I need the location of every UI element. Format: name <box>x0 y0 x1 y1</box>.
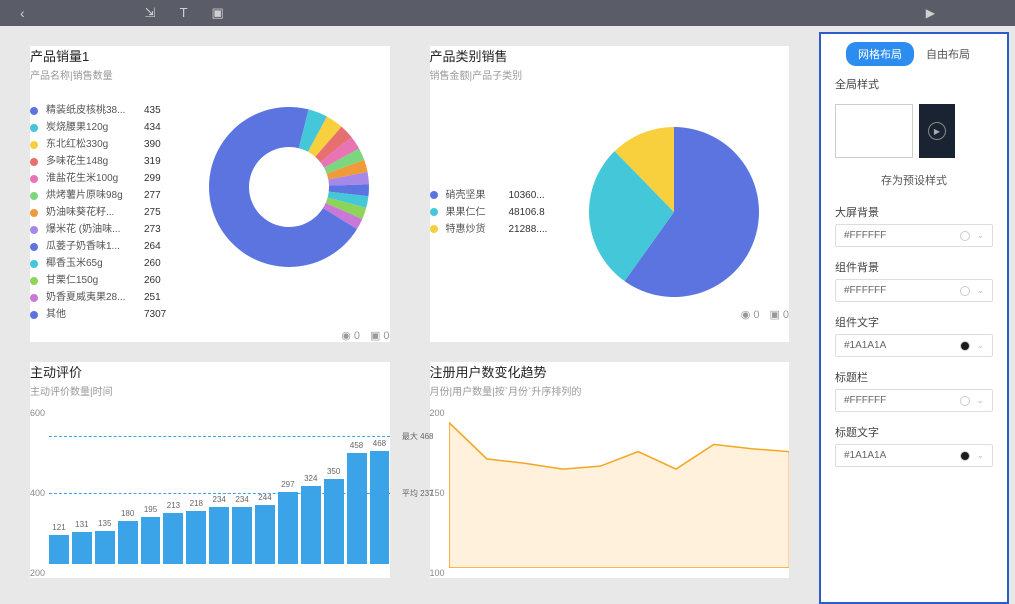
legend-item: 淮盐花生米100g299 <box>30 170 184 187</box>
widget-title: 主动评价 <box>30 362 390 381</box>
label-bg_widget: 组件背景 <box>835 253 993 275</box>
bar: 234 <box>232 507 252 564</box>
legend-item: 多味花生148g319 <box>30 153 184 170</box>
comments-count: ▣0 <box>370 329 390 342</box>
bar: 350 <box>324 479 344 564</box>
back-icon[interactable]: ‹ <box>20 5 25 21</box>
bar: 180 <box>118 521 138 565</box>
style-panel: 网格布局 自由布局 全局样式 ▶ 存为预设样式 大屏背景 #FFFFFF ⌄ 组… <box>819 32 1009 604</box>
label-bg_screen: 大屏背景 <box>835 198 993 220</box>
legend-item: 椰香玉米65g260 <box>30 255 184 272</box>
bar-y-axis: 600400200 <box>30 408 49 578</box>
widget-category-sales-pie[interactable]: 产品类别销售 销售金额|产品子类别 硝壳坚果10360...果果仁仁48106.… <box>430 46 790 342</box>
color-picker-bg_widget[interactable]: #FFFFFF ⌄ <box>835 279 993 302</box>
bar-max-label: 最大 468 <box>402 431 434 442</box>
legend-item: 烘烤薯片原味98g277 <box>30 187 184 204</box>
legend-item: 果果仁仁48106.8 <box>430 204 564 221</box>
bar: 131 <box>72 532 92 564</box>
legend-item: 东北红松330g390 <box>30 136 184 153</box>
preview-icon[interactable]: ▶ <box>926 6 935 20</box>
views-count: ◉0 <box>341 329 360 342</box>
legend-item: 瓜蒌子奶香味1...264 <box>30 238 184 255</box>
legend-item: 炭烧腰果120g434 <box>30 119 184 136</box>
color-picker-titlebar[interactable]: #FFFFFF ⌄ <box>835 389 993 412</box>
comments-count: ▣0 <box>769 308 789 321</box>
widget-subtitle: 销售金额|产品子类别 <box>430 67 790 82</box>
bar: 135 <box>95 531 115 564</box>
legend-item: 甘栗仁150g260 <box>30 272 184 289</box>
legend-item: 爆米花 (奶油味...273 <box>30 221 184 238</box>
widget-registered-users-area[interactable]: 注册用户数变化趋势 月份|用户数量|按`月份`升序排列的 200150100 <box>430 362 790 578</box>
bar: 218 <box>186 511 206 564</box>
bar: 458 <box>347 453 367 564</box>
pie-chart <box>584 122 764 302</box>
bar: 195 <box>141 517 161 564</box>
comment-icon: ▣ <box>370 329 380 342</box>
widget-subtitle: 主动评价数量|时间 <box>30 383 390 398</box>
bar: 213 <box>163 513 183 564</box>
image-tool-icon[interactable]: ▣ <box>212 5 224 21</box>
play-icon: ▶ <box>928 122 946 140</box>
bar: 234 <box>209 507 229 564</box>
bar: 324 <box>301 486 321 564</box>
legend-item: 其他7307 <box>30 306 184 323</box>
donut-chart <box>204 102 374 272</box>
bar: 244 <box>255 505 275 564</box>
pie-legend: 硝壳坚果10360...果果仁仁48106.8特惠炒货21288.... <box>430 187 564 238</box>
chevron-down-icon: ⌄ <box>976 285 984 296</box>
tab-free-layout[interactable]: 自由布局 <box>914 42 982 66</box>
label-title_text: 标题文字 <box>835 418 993 440</box>
bar: 297 <box>278 492 298 564</box>
preset-light-thumb[interactable] <box>835 104 913 158</box>
legend-item: 硝壳坚果10360... <box>430 187 564 204</box>
legend-item: 奶油味葵花籽...275 <box>30 204 184 221</box>
bar-chart: 1211311351801952132182342342442973243504… <box>49 419 389 564</box>
legend-item: 精装纸皮核桃38...435 <box>30 102 184 119</box>
area-chart <box>449 408 789 568</box>
widget-title: 产品销量1 <box>30 46 390 65</box>
color-picker-title_text[interactable]: #1A1A1A ⌄ <box>835 444 993 467</box>
import-icon[interactable]: ⇲ <box>145 5 156 21</box>
eye-icon: ◉ <box>341 329 351 342</box>
chevron-down-icon: ⌄ <box>976 395 984 406</box>
dashboard-canvas[interactable]: 产品销量1 产品名称|销售数量 精装纸皮核桃38...435炭烧腰果120g43… <box>0 26 819 604</box>
widget-active-reviews-bar[interactable]: 主动评价 主动评价数量|时间 600400200 最大 468 平均 237 1… <box>30 362 390 578</box>
views-count: ◉0 <box>741 308 760 321</box>
chevron-down-icon: ⌄ <box>976 450 984 461</box>
widget-subtitle: 产品名称|销售数量 <box>30 67 390 82</box>
chevron-down-icon: ⌄ <box>976 230 984 241</box>
eye-icon: ◉ <box>741 308 751 321</box>
donut-legend: 精装纸皮核桃38...435炭烧腰果120g434东北红松330g390多味花生… <box>30 102 184 323</box>
chevron-down-icon: ⌄ <box>976 340 984 351</box>
label-global-style: 全局样式 <box>821 66 1007 98</box>
comment-icon: ▣ <box>769 308 779 321</box>
legend-item: 奶香夏威夷果28...251 <box>30 289 184 306</box>
color-picker-bg_screen[interactable]: #FFFFFF ⌄ <box>835 224 993 247</box>
preset-dark-thumb[interactable]: ▶ <box>919 104 955 158</box>
bar: 468 <box>370 451 390 564</box>
legend-item: 特惠炒货21288.... <box>430 221 564 238</box>
save-preset-button[interactable]: 存为预设样式 <box>821 164 1007 198</box>
text-tool-icon[interactable]: T <box>180 5 188 21</box>
label-text_widget: 组件文字 <box>835 308 993 330</box>
color-picker-text_widget[interactable]: #1A1A1A ⌄ <box>835 334 993 357</box>
widget-title: 产品类别销售 <box>430 46 790 65</box>
bar: 121 <box>49 535 69 564</box>
topbar: ‹ ⇲ T ▣ ▶ <box>0 0 1015 26</box>
widget-subtitle: 月份|用户数量|按`月份`升序排列的 <box>430 383 790 398</box>
tab-grid-layout[interactable]: 网格布局 <box>846 42 914 66</box>
widget-title: 注册用户数变化趋势 <box>430 362 790 381</box>
bar-avg-label: 平均 237 <box>402 488 434 499</box>
widget-product-sales-donut[interactable]: 产品销量1 产品名称|销售数量 精装纸皮核桃38...435炭烧腰果120g43… <box>30 46 390 342</box>
label-titlebar: 标题栏 <box>835 363 993 385</box>
